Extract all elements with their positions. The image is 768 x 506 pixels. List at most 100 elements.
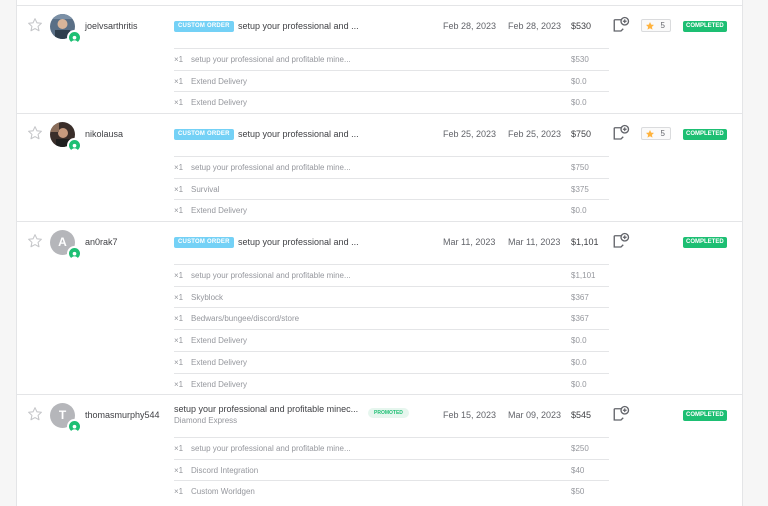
rating-value: 5 [660, 21, 665, 30]
order-total: $530 [571, 21, 592, 31]
line-item: ×1 Extend Delivery $0.0 [174, 329, 609, 351]
due-date: Mar 09, 2023 [508, 410, 562, 420]
line-item-name: Extend Delivery [191, 98, 248, 108]
order-title[interactable]: setup your professional and ... [238, 237, 359, 247]
line-item-qty: ×1 [174, 444, 184, 453]
avatar[interactable]: T [50, 403, 82, 434]
due-date: Feb 25, 2023 [508, 129, 562, 139]
line-item-price: $50 [571, 487, 585, 497]
avatar[interactable] [50, 14, 82, 45]
line-item-qty: ×1 [174, 357, 184, 367]
promoted-badge: PROMOTED [368, 408, 409, 418]
add-note-icon[interactable] [612, 405, 630, 423]
line-item-qty: ×1 [174, 206, 184, 216]
line-item-price: $0.0 [571, 336, 587, 346]
line-item: ×1 Bedwars/bungee/discord/store $367 [174, 307, 609, 329]
add-note-icon[interactable] [612, 124, 630, 142]
line-item: ×1 Survival $375 [174, 177, 609, 200]
line-item-price: $0.0 [571, 76, 587, 86]
custom-order-badge: CUSTOM ORDER [174, 21, 234, 32]
user-online-icon [67, 30, 82, 45]
order-row[interactable]: Tthomasmurphy544 setup your professional … [17, 394, 742, 437]
avatar[interactable] [50, 122, 82, 153]
line-item-qty: ×1 [174, 314, 184, 324]
line-item-qty: ×1 [174, 55, 184, 64]
line-item: ×1 Extend Delivery $0.0 [174, 350, 609, 373]
add-note-icon[interactable] [612, 16, 630, 34]
buyer-username[interactable]: nikolausa [85, 129, 123, 139]
buyer-username[interactable]: joelvsarthritis [85, 21, 138, 31]
line-item: ×1 Skyblock $367 [174, 285, 609, 308]
order-date: Feb 28, 2023 [443, 21, 497, 31]
order-row[interactable]: Aan0rak7 CUSTOM ORDER setup your professio… [17, 221, 742, 264]
order-package: Diamond Express [174, 416, 238, 425]
line-item-price: $0.0 [571, 379, 587, 389]
order-date: Mar 11, 2023 [443, 237, 496, 247]
buyer-username[interactable]: an0rak7 [85, 237, 118, 247]
order-title[interactable]: setup your professional and profitable m… [174, 404, 358, 414]
orders-panel: joelvsarthritis CUSTOM ORDER setup your pr… [16, 0, 743, 506]
line-item-name: setup your professional and profitable m… [191, 163, 351, 172]
line-item-price: $0.0 [571, 98, 587, 108]
star-outline-icon[interactable] [27, 125, 43, 141]
line-item-price: $1,101 [571, 271, 596, 280]
order-row[interactable]: nikolausa CUSTOM ORDER setup your professi… [17, 113, 742, 156]
line-item-name: setup your professional and profitable m… [191, 444, 351, 453]
line-item-name: Extend Delivery [191, 206, 248, 216]
line-item-name: Extend Delivery [191, 76, 248, 86]
line-item-price: $40 [571, 465, 585, 475]
line-item-name: Extend Delivery [191, 357, 248, 367]
buyer-username[interactable]: thomasmurphy544 [85, 410, 160, 420]
status-badge: COMPLETED [683, 21, 727, 32]
star-filled-icon [645, 129, 655, 139]
line-item-name: Skyblock [191, 292, 224, 302]
line-item: ×1 setup your professional and profitable… [174, 156, 609, 178]
line-item-price: $0.0 [571, 206, 587, 216]
line-item-name: Custom Worldgen [191, 487, 255, 497]
line-item-name: Extend Delivery [191, 379, 248, 389]
add-note-icon[interactable] [612, 232, 630, 250]
rating-badge[interactable]: 5 [641, 19, 671, 32]
status-badge: COMPLETED [683, 410, 727, 421]
order-total: $1,101 [571, 237, 599, 247]
line-item: ×1 Extend Delivery $0.0 [174, 69, 609, 92]
line-item-price: $530 [571, 55, 589, 64]
rating-badge[interactable]: 5 [641, 127, 671, 140]
line-item-qty: ×1 [174, 271, 184, 280]
line-item-qty: ×1 [174, 76, 184, 86]
custom-order-badge: CUSTOM ORDER [174, 237, 234, 248]
order-title[interactable]: setup your professional and ... [238, 129, 359, 139]
status-badge: COMPLETED [683, 237, 727, 248]
line-item-price: $250 [571, 444, 589, 453]
line-item-name: Extend Delivery [191, 336, 248, 346]
line-item-price: $750 [571, 163, 589, 172]
line-item-qty: ×1 [174, 487, 184, 497]
line-item: ×1 Custom Worldgen $50 [174, 480, 609, 502]
star-filled-icon [645, 21, 655, 31]
user-online-icon [67, 246, 82, 261]
line-item: ×1 Extend Delivery $0.0 [174, 372, 609, 395]
line-item: ×1 setup your professional and profitable… [174, 437, 609, 459]
line-item-name: setup your professional and profitable m… [191, 271, 351, 280]
order-title[interactable]: setup your professional and ... [238, 21, 359, 31]
line-item: ×1 Discord Integration $40 [174, 458, 609, 481]
line-item: ×1 setup your professional and profitable… [174, 264, 609, 286]
line-item-qty: ×1 [174, 163, 184, 172]
star-outline-icon[interactable] [27, 406, 43, 422]
status-badge: COMPLETED [683, 129, 727, 140]
line-item-qty: ×1 [174, 379, 184, 389]
line-item-qty: ×1 [174, 465, 184, 475]
order-total: $545 [571, 410, 592, 420]
order-row[interactable]: joelvsarthritis CUSTOM ORDER setup your pr… [17, 5, 742, 48]
order-total: $750 [571, 129, 592, 139]
line-item-name: Discord Integration [191, 465, 259, 475]
star-outline-icon[interactable] [27, 17, 43, 33]
line-item-name: setup your professional and profitable m… [191, 55, 351, 64]
star-outline-icon[interactable] [27, 233, 43, 249]
line-item: ×1 setup your professional and profitable… [174, 48, 609, 70]
avatar[interactable]: A [50, 230, 82, 261]
line-item-price: $367 [571, 292, 589, 302]
line-item-price: $375 [571, 184, 589, 194]
line-item-qty: ×1 [174, 98, 184, 108]
line-item: ×1 Extend Delivery $0.0 [174, 199, 609, 221]
